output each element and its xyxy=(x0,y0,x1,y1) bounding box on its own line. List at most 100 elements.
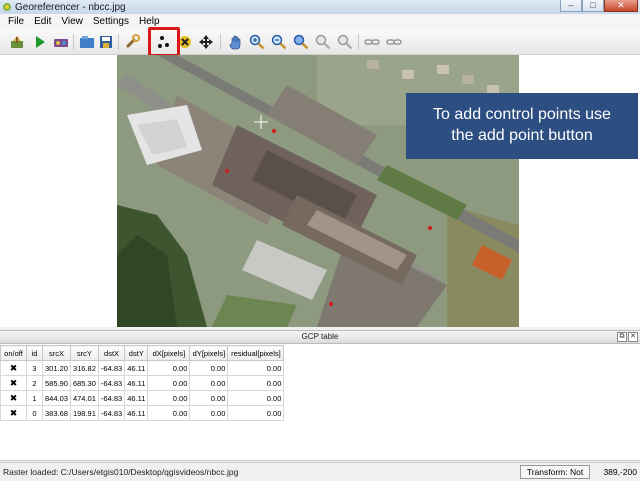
menu-settings[interactable]: Settings xyxy=(88,16,134,27)
zoom-in-icon xyxy=(249,34,265,50)
zoom-last-icon xyxy=(315,34,331,50)
cell-srcy[interactable]: 685.30 xyxy=(69,375,99,391)
raster-loaded-status: Raster loaded: C:/Users/etgis010/Desktop… xyxy=(3,467,239,477)
qgis-app-icon xyxy=(2,2,12,12)
load-gcp-points-button[interactable] xyxy=(78,33,96,51)
gcp-panel-header: GCP table ⧉ ✕ xyxy=(0,330,640,344)
generate-gdal-script-icon xyxy=(54,39,68,47)
gcp-table-area: on/off id srcX srcY dstX dstY dX[pixels]… xyxy=(0,344,640,461)
col-srcy[interactable]: srcY xyxy=(69,345,99,361)
cell-residual: 0.00 xyxy=(227,360,285,376)
cell-srcx[interactable]: 585.90 xyxy=(42,375,71,391)
cell-srcx[interactable]: 301.20 xyxy=(42,360,71,376)
generate-gdal-script-button[interactable] xyxy=(52,33,70,51)
gcp-panel-title: GCP table xyxy=(301,332,339,341)
callout-line-2: the add point button xyxy=(451,127,593,144)
zoom-next-button[interactable] xyxy=(336,33,354,51)
toolbar xyxy=(0,29,640,55)
cell-dy: 0.00 xyxy=(189,390,229,406)
col-srcx[interactable]: srcX xyxy=(42,345,71,361)
gcp-header-row: on/off id srcX srcY dstX dstY dX[pixels]… xyxy=(0,345,285,361)
status-bar: Raster loaded: C:/Users/etgis010/Desktop… xyxy=(0,462,640,481)
cell-id: 2 xyxy=(26,375,43,391)
close-panel-button[interactable]: ✕ xyxy=(628,332,638,342)
cell-srcx[interactable]: 383.68 xyxy=(42,405,71,421)
zoom-to-layer-button[interactable] xyxy=(292,33,310,51)
col-dx[interactable]: dX[pixels] xyxy=(147,345,191,361)
cell-srcx[interactable]: 844.03 xyxy=(42,390,71,406)
table-row[interactable]: ✖ 1 844.03 474.01 -64.83 46.11 0.00 0.00… xyxy=(0,390,285,406)
save-gcp-points-icon xyxy=(100,36,112,48)
menu-bar: File Edit View Settings Help xyxy=(0,14,640,29)
cell-dsty[interactable]: 46.11 xyxy=(124,405,149,421)
instruction-callout: To add control points use the add point … xyxy=(406,93,638,159)
col-dsty[interactable]: dstY xyxy=(124,345,149,361)
zoom-last-button[interactable] xyxy=(314,33,332,51)
move-gcp-point-icon xyxy=(199,35,213,49)
menu-view[interactable]: View xyxy=(56,16,88,27)
pan-icon xyxy=(229,35,241,50)
cell-dsty[interactable]: 46.11 xyxy=(124,375,149,391)
cell-id: 1 xyxy=(26,390,43,406)
col-dstx[interactable]: dstX xyxy=(97,345,126,361)
pan-button[interactable] xyxy=(227,33,245,51)
gcp-table-panel: GCP table ⧉ ✕ on/off id srcX srcY dstX d… xyxy=(0,330,640,461)
link-georeferencer-to-qgis-icon xyxy=(364,39,380,45)
menu-edit[interactable]: Edit xyxy=(29,16,56,27)
gcp-table: on/off id srcX srcY dstX dstY dX[pixels]… xyxy=(0,345,285,421)
cell-dx: 0.00 xyxy=(147,405,191,421)
map-canvas[interactable]: To add control points use the add point … xyxy=(0,55,640,327)
col-dy[interactable]: dY[pixels] xyxy=(189,345,229,361)
save-gcp-points-button[interactable] xyxy=(97,33,115,51)
col-id[interactable]: id xyxy=(26,345,43,361)
col-on-off[interactable]: on/off xyxy=(0,345,27,361)
transform-status-button[interactable]: Transform: Not set xyxy=(520,465,590,481)
float-panel-button[interactable]: ⧉ xyxy=(617,332,627,342)
cell-dstx[interactable]: -64.83 xyxy=(97,375,126,391)
maximize-button[interactable]: □ xyxy=(582,0,604,12)
cell-id: 3 xyxy=(26,360,43,376)
open-raster-button[interactable] xyxy=(8,33,26,51)
table-row[interactable]: ✖ 3 301.20 316.82 -64.83 46.11 0.00 0.00… xyxy=(0,360,285,376)
cell-dy: 0.00 xyxy=(189,360,229,376)
add-point-highlight xyxy=(148,27,180,57)
row-checkbox[interactable]: ✖ xyxy=(0,375,27,391)
row-checkbox[interactable]: ✖ xyxy=(0,405,27,421)
transformation-settings-button[interactable] xyxy=(123,33,141,51)
row-checkbox[interactable]: ✖ xyxy=(0,390,27,406)
title-bar: Georeferencer - nbcc.jpg – □ ✕ xyxy=(0,0,640,14)
cell-dstx[interactable]: -64.83 xyxy=(97,390,126,406)
start-georeferencing-button[interactable] xyxy=(31,33,49,51)
zoom-out-button[interactable] xyxy=(270,33,288,51)
zoom-out-icon xyxy=(271,34,287,50)
cell-srcy[interactable]: 198.91 xyxy=(69,405,99,421)
zoom-next-icon xyxy=(337,34,353,50)
callout-line-1: To add control points use xyxy=(433,106,611,123)
move-gcp-point-button[interactable] xyxy=(197,33,215,51)
menu-file[interactable]: File xyxy=(3,16,29,27)
cell-dstx[interactable]: -64.83 xyxy=(97,405,126,421)
cell-residual: 0.00 xyxy=(227,405,285,421)
zoom-in-button[interactable] xyxy=(248,33,266,51)
link-georeferencer-to-qgis-button[interactable] xyxy=(363,33,381,51)
close-button[interactable]: ✕ xyxy=(604,0,638,12)
cell-srcy[interactable]: 316.82 xyxy=(69,360,99,376)
link-qgis-to-georeferencer-icon xyxy=(386,39,402,45)
cell-dsty[interactable]: 46.11 xyxy=(124,360,149,376)
minimize-button[interactable]: – xyxy=(560,0,582,12)
zoom-to-layer-icon xyxy=(293,34,309,50)
row-checkbox[interactable]: ✖ xyxy=(0,360,27,376)
cell-residual: 0.00 xyxy=(227,375,285,391)
col-residual[interactable]: residual[pixels] xyxy=(227,345,285,361)
menu-help[interactable]: Help xyxy=(134,16,165,27)
link-qgis-to-georeferencer-button[interactable] xyxy=(385,33,403,51)
window-title: Georeferencer - nbcc.jpg xyxy=(15,1,126,13)
cell-dstx[interactable]: -64.83 xyxy=(97,360,126,376)
table-row[interactable]: ✖ 0 383.68 198.91 -64.83 46.11 0.00 0.00… xyxy=(0,405,285,421)
coordinate-readout: 389,-200 xyxy=(603,467,637,477)
cell-dsty[interactable]: 46.11 xyxy=(124,390,149,406)
load-gcp-points-icon xyxy=(80,36,94,48)
cell-srcy[interactable]: 474.01 xyxy=(69,390,99,406)
table-row[interactable]: ✖ 2 585.90 685.30 -64.83 46.11 0.00 0.00… xyxy=(0,375,285,391)
start-georeferencing-icon xyxy=(36,36,45,48)
